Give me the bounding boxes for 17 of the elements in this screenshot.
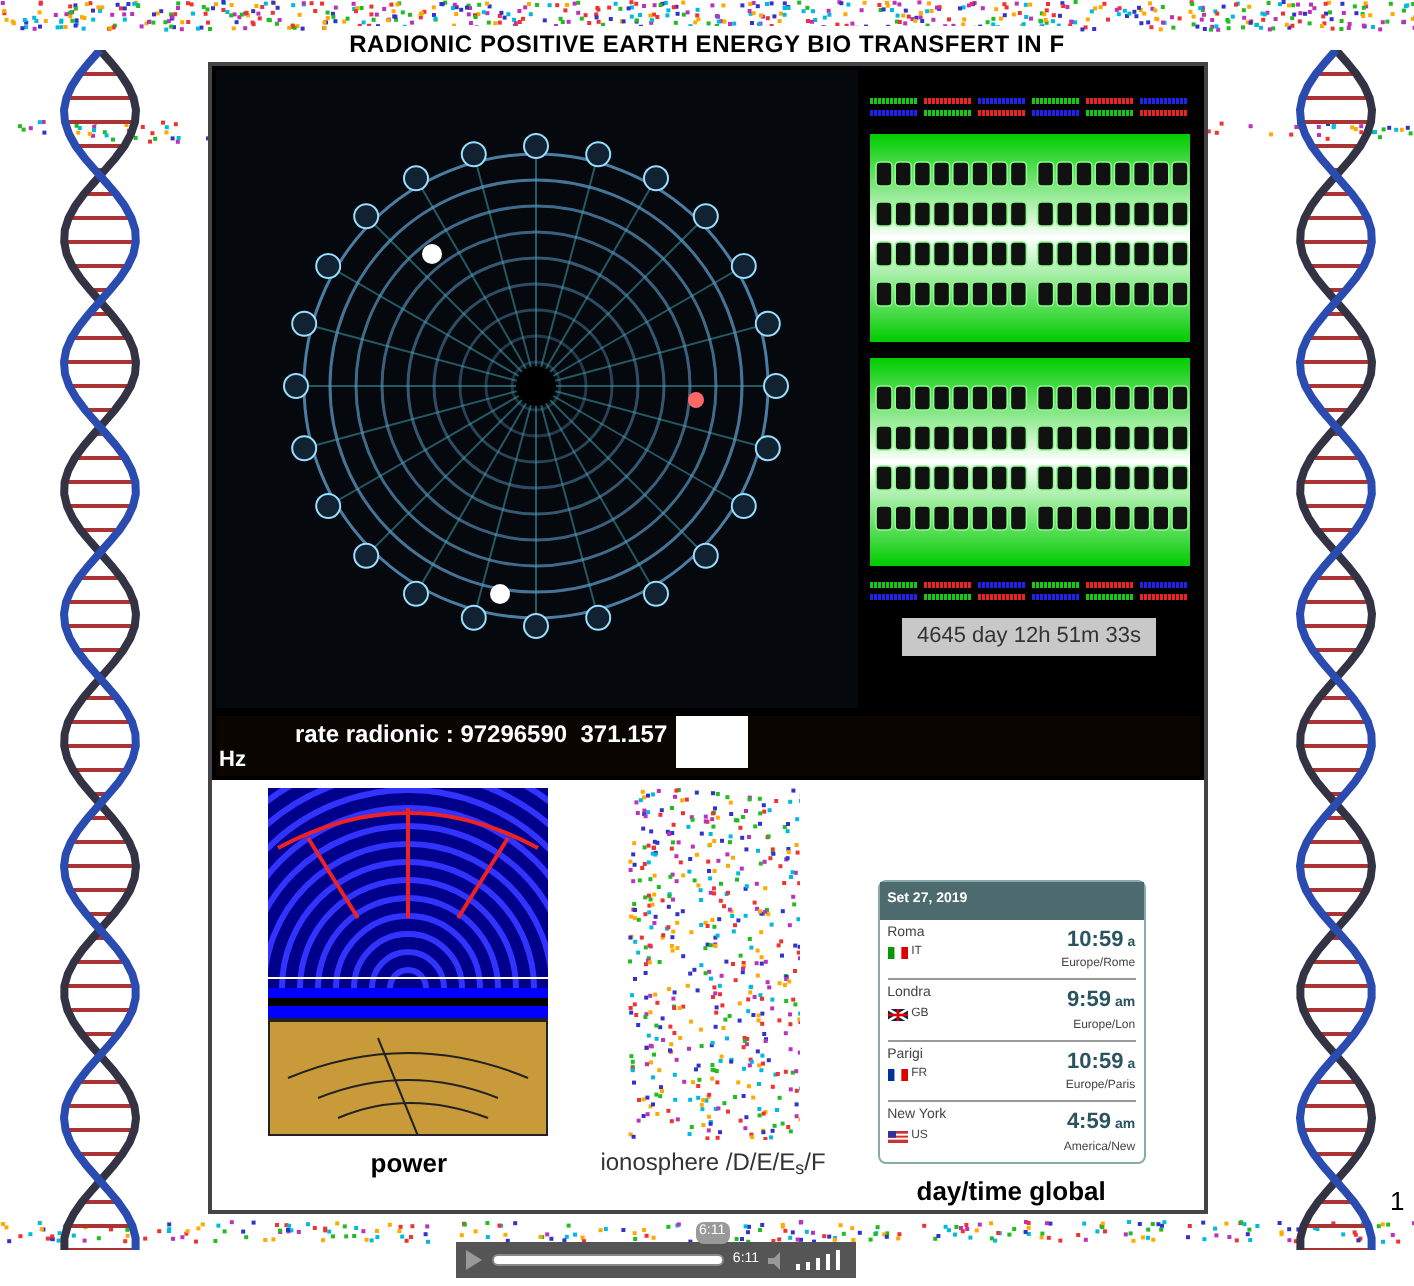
flag-icon xyxy=(887,1007,908,1021)
panel-caption: ionosphere /D/E/E$_{s}$/F xyxy=(600,1148,826,1178)
panel-caption: day/time global xyxy=(916,1173,1106,1210)
local-time: 10:59 xyxy=(1067,925,1124,955)
flag-icon xyxy=(887,1068,908,1082)
play-icon[interactable] xyxy=(463,1250,483,1270)
flag-icon xyxy=(887,1129,908,1143)
flag-icon xyxy=(887,946,908,960)
local-time: 4:59 xyxy=(1066,1108,1111,1138)
unit-label: Hz xyxy=(217,746,248,776)
rate-reading: rate radionic : 97296590 371.157 xyxy=(295,718,668,752)
local-time: 9:59 xyxy=(1066,986,1111,1016)
page-number: 1 xyxy=(1390,1184,1405,1220)
value-box xyxy=(675,716,748,768)
uptime-counter: 4645 day 12h 51m 33s xyxy=(901,618,1157,655)
local-time: 10:59 xyxy=(1067,1047,1124,1077)
panel-caption: power xyxy=(370,1146,448,1182)
